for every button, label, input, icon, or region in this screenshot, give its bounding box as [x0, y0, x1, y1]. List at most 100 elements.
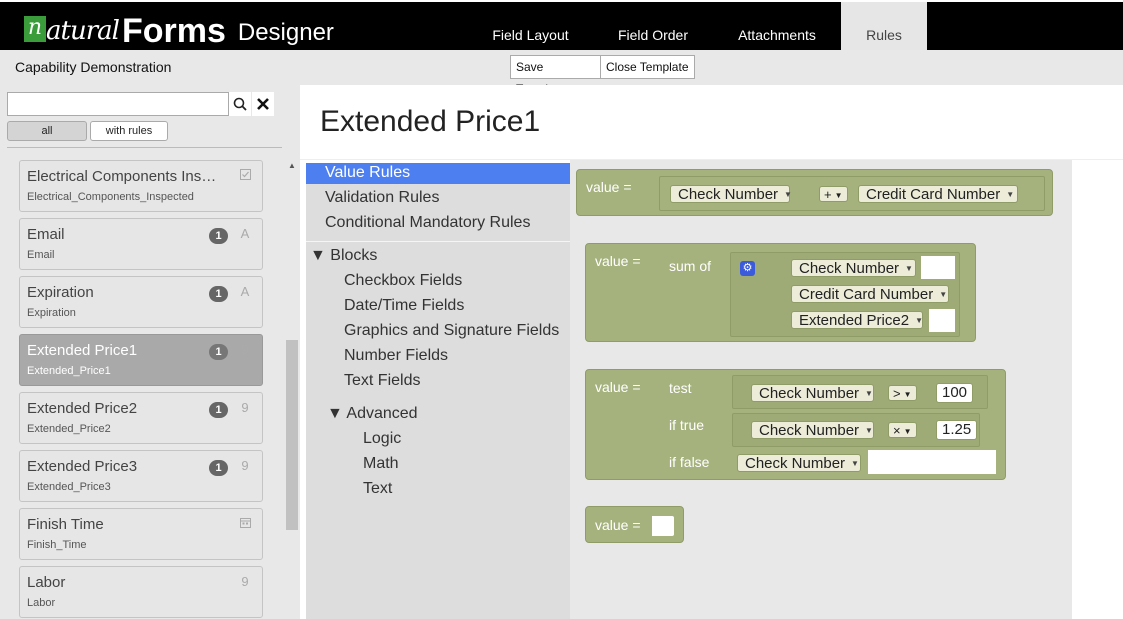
- field-name: Electrical_Components_Inspected: [27, 191, 194, 203]
- multiply-block[interactable]: Check Number ▼ × ▼ 1.25: [732, 413, 980, 447]
- dropdown-arrow-icon: ▼: [865, 389, 873, 398]
- operator-value: +: [824, 187, 832, 202]
- field-label: Expiration: [27, 284, 94, 301]
- field-list-scroll-thumb[interactable]: [286, 340, 298, 530]
- tab-field-layout[interactable]: Field Layout: [478, 2, 583, 50]
- dropdown-arrow-icon: ▼: [903, 427, 912, 436]
- tab-attachments[interactable]: Attachments: [722, 2, 832, 50]
- search-icon[interactable]: [229, 92, 251, 116]
- field-name: Finish_Time: [27, 539, 87, 551]
- field-label: Electrical Components Ins…: [27, 168, 217, 185]
- number-field-icon: 9: [241, 574, 249, 589]
- dropdown-arrow-icon: ▼: [939, 290, 948, 299]
- naturalforms-logo: n atural Forms Designer: [24, 8, 334, 48]
- field-list: Electrical Components Ins… Electrical_Co…: [0, 159, 285, 619]
- toolbox-graphics-signature-fields[interactable]: Graphics and Signature Fields: [344, 322, 559, 340]
- filter-with-rules-button[interactable]: with rules: [90, 121, 168, 141]
- form-name: Capability Demonstration: [15, 59, 172, 75]
- value-rule-block-2[interactable]: value = sum of ⚙ Check Number ▼ Credit Ca…: [585, 243, 976, 342]
- empty-value-socket[interactable]: [652, 516, 674, 536]
- dropdown-value: Credit Card Number: [799, 286, 934, 303]
- field-dropdown-check-number[interactable]: Check Number ▼: [751, 421, 874, 439]
- field-item-labor[interactable]: Labor Labor 9: [19, 566, 263, 618]
- sidebar-divider: [7, 147, 282, 148]
- field-label: Labor: [27, 574, 66, 591]
- value-label: value =: [595, 253, 641, 269]
- number-input-100[interactable]: 100: [936, 383, 974, 403]
- field-item-finish-time[interactable]: Finish Time Finish_Time: [19, 508, 263, 560]
- field-item-extended-price1[interactable]: Extended Price1 Extended_Price1 1 9: [19, 334, 263, 386]
- blocks-workspace[interactable]: value = Check Number ▼ + ▼ Credit Card Num…: [570, 160, 1072, 619]
- field-name: Email: [27, 249, 55, 261]
- dropdown-value: Check Number: [759, 385, 860, 402]
- gear-icon[interactable]: ⚙: [740, 261, 755, 276]
- field-name: Extended_Price3: [27, 481, 111, 493]
- field-search-input[interactable]: [7, 92, 229, 116]
- close-template-button[interactable]: Close Template: [600, 55, 695, 79]
- field-dropdown-credit-card-number[interactable]: Credit Card Number ▼: [791, 285, 949, 303]
- toolbox-number-fields[interactable]: Number Fields: [344, 347, 448, 365]
- field-dropdown-extended-price2[interactable]: Extended Price2 ▼: [791, 311, 923, 329]
- toolbox-value-rules[interactable]: Value Rules: [325, 164, 410, 182]
- value-rule-block-1[interactable]: value = Check Number ▼ + ▼ Credit Card Num…: [576, 169, 1053, 216]
- clear-search-icon[interactable]: [252, 92, 274, 116]
- field-dropdown-credit-card-number[interactable]: Credit Card Number ▼: [858, 185, 1018, 203]
- value-rule-block-3[interactable]: value = test if true if false Check Numb…: [585, 369, 1006, 480]
- arithmetic-block[interactable]: Check Number ▼ + ▼ Credit Card Number ▼: [659, 176, 1045, 211]
- field-item-extended-price2[interactable]: Extended Price2 Extended_Price2 1 9: [19, 392, 263, 444]
- block-toolbox: Value Rules Validation Rules Conditional…: [306, 163, 570, 619]
- number-field-icon: 9: [241, 342, 249, 357]
- operator-dropdown-multiply[interactable]: × ▼: [888, 422, 917, 438]
- sum-block[interactable]: ⚙ Check Number ▼ Credit Card Number ▼ Exte…: [730, 252, 960, 337]
- scroll-up-arrow-icon[interactable]: ▲: [286, 161, 298, 171]
- field-dropdown-check-number[interactable]: Check Number ▼: [670, 185, 792, 203]
- expand-triangle-icon: ▼: [327, 405, 347, 422]
- toolbox-conditional-mandatory-rules[interactable]: Conditional Mandatory Rules: [325, 214, 530, 232]
- field-item-extended-price3[interactable]: Extended Price3 Extended_Price3 1 9: [19, 450, 263, 502]
- toolbox-validation-rules[interactable]: Validation Rules: [325, 189, 439, 207]
- dropdown-arrow-icon: ▼: [834, 191, 843, 200]
- number-field-icon: 9: [241, 400, 249, 415]
- toolbox-advanced-category[interactable]: ▼ Advanced: [327, 405, 418, 423]
- sum-of-label: sum of: [669, 258, 712, 274]
- toolbox-checkbox-fields[interactable]: Checkbox Fields: [344, 272, 462, 290]
- toolbox-datetime-fields[interactable]: Date/Time Fields: [344, 297, 464, 315]
- toolbox-text[interactable]: Text: [363, 480, 392, 498]
- filter-all-button[interactable]: all: [7, 121, 87, 141]
- value-rule-block-4[interactable]: value =: [585, 506, 684, 543]
- field-item-email[interactable]: Email Email 1 A: [19, 218, 263, 270]
- rule-count-badge: 1: [209, 402, 228, 418]
- logo-designer-text: Designer: [237, 19, 334, 46]
- toolbox-logic[interactable]: Logic: [363, 430, 401, 448]
- field-item-expiration[interactable]: Expiration Expiration 1 A: [19, 276, 263, 328]
- operator-dropdown-plus[interactable]: + ▼: [819, 186, 848, 202]
- field-dropdown-check-number[interactable]: Check Number ▼: [791, 259, 916, 277]
- value-label: value =: [595, 517, 641, 533]
- dropdown-arrow-icon: ▼: [915, 316, 923, 325]
- field-item-electrical-components[interactable]: Electrical Components Ins… Electrical_Co…: [19, 160, 263, 212]
- toolbox-blocks-category[interactable]: ▼ Blocks: [310, 247, 377, 265]
- toolbox-text-fields[interactable]: Text Fields: [344, 372, 420, 390]
- empty-input-slot: [929, 309, 955, 332]
- dropdown-value: Extended Price2: [799, 312, 910, 329]
- dropdown-arrow-icon: ▼: [784, 190, 792, 199]
- empty-input-slot: [868, 450, 996, 474]
- field-label: Extended Price1: [27, 342, 138, 359]
- operator-dropdown-greater-than[interactable]: > ▼: [888, 385, 917, 401]
- field-dropdown-check-number[interactable]: Check Number ▼: [751, 384, 874, 402]
- save-template-button[interactable]: Save Template: [510, 55, 601, 96]
- toolbox-blocks-label: Blocks: [330, 247, 378, 264]
- operator-value: >: [893, 386, 901, 401]
- tab-rules[interactable]: Rules: [841, 2, 927, 50]
- dropdown-arrow-icon: ▼: [1006, 190, 1015, 199]
- comparison-block[interactable]: Check Number ▼ > ▼ 100: [732, 375, 988, 409]
- field-dropdown-check-number[interactable]: Check Number ▼: [737, 454, 861, 472]
- logo-natural-text: atural: [46, 16, 120, 46]
- toolbox-math[interactable]: Math: [363, 455, 399, 473]
- logo-n-mark: n: [24, 16, 46, 42]
- field-label: Email: [27, 226, 65, 243]
- number-input-1-25[interactable]: 1.25: [936, 420, 978, 440]
- tab-field-order[interactable]: Field Order: [603, 2, 703, 50]
- dropdown-value: Check Number: [678, 186, 779, 203]
- field-name: Labor: [27, 597, 56, 609]
